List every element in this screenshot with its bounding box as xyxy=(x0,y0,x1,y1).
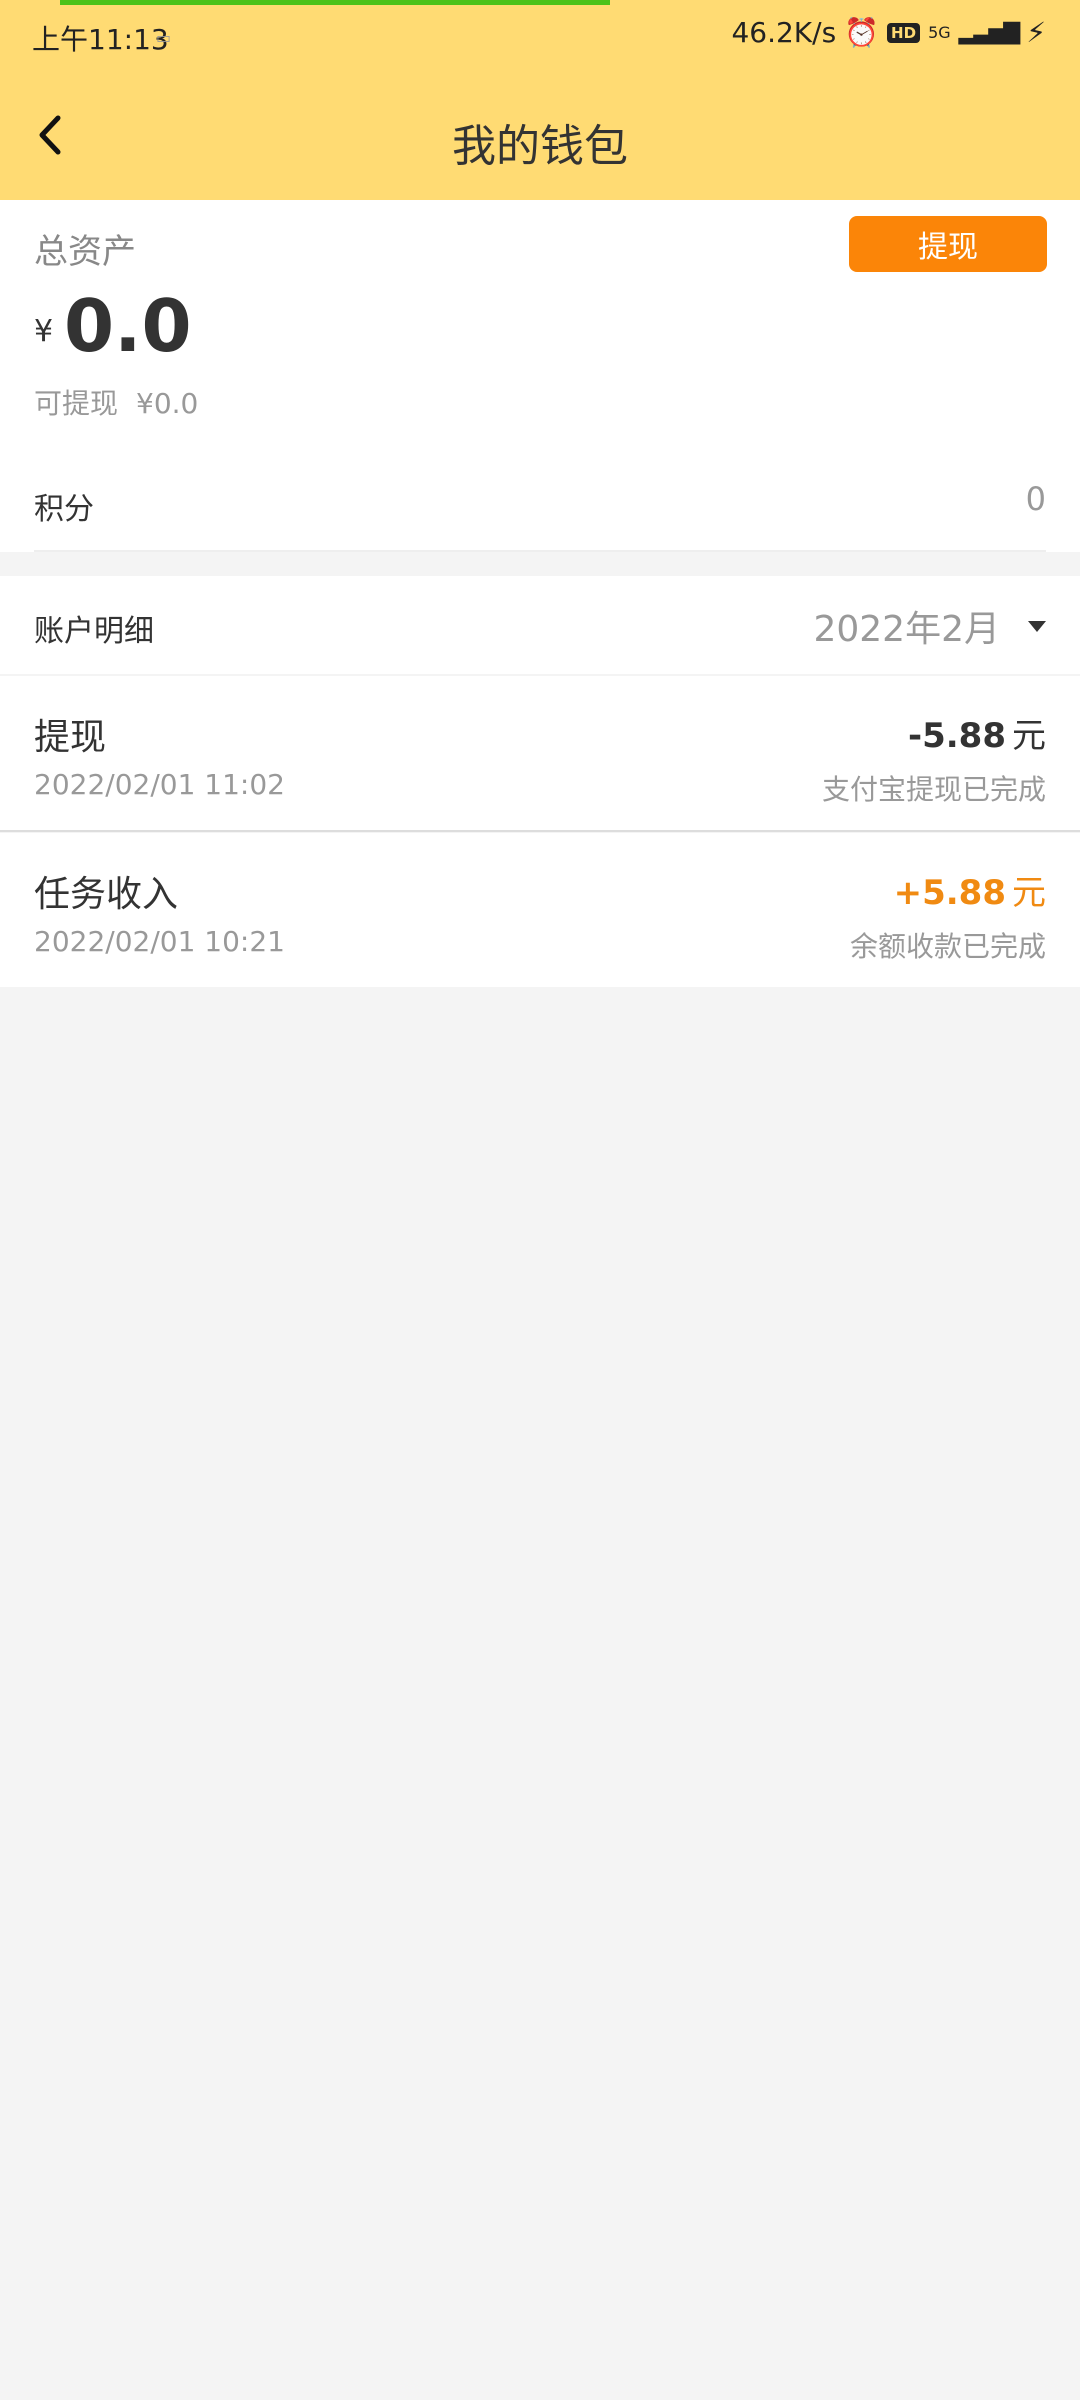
transaction-time: 2022/02/01 11:02 xyxy=(34,768,285,801)
transaction-title: 提现 xyxy=(34,717,107,758)
withdrawable-amount: ¥0.0 xyxy=(136,387,199,420)
transaction-status: 余额收款已完成 xyxy=(849,930,1046,963)
account-details-header: 账户明细 2022年2月 xyxy=(0,576,1080,674)
amount-unit: 元 xyxy=(1012,716,1046,756)
withdrawable-label: 可提现 xyxy=(34,387,119,420)
transaction-amount: -5.88 元 xyxy=(908,708,1046,757)
transaction-status: 支付宝提现已完成 xyxy=(821,773,1046,806)
month-value: 2022年2月 xyxy=(813,609,1000,650)
charging-icon: ⚡ xyxy=(1026,16,1046,49)
points-value: 0 xyxy=(1025,480,1046,518)
page-title: 我的钱包 xyxy=(452,121,628,172)
transaction-time: 2022/02/01 10:21 xyxy=(34,925,285,958)
withdraw-button[interactable]: 提现 xyxy=(849,216,1047,272)
transaction-row[interactable]: 提现 2022/02/01 11:02 -5.88 元 支付宝提现已完成 xyxy=(0,676,1080,832)
total-assets-amount: 0.0 xyxy=(64,284,192,368)
network-type: 5G xyxy=(928,23,951,42)
status-icons: 46.2K/s ⏰ HD 5G ▂▃▅▇ ⚡ xyxy=(731,16,1046,49)
amount-value: +5.88 xyxy=(893,873,1006,913)
alarm-icon: ⏰ xyxy=(844,16,880,49)
status-time: 上午11:13 xyxy=(32,23,169,56)
month-selector[interactable]: 2022年2月 xyxy=(813,600,1046,652)
assets-card: 总资产 提现 ¥ 0.0 可提现 ¥0.0 积分 0 xyxy=(0,200,1080,552)
network-speed: 46.2K/s xyxy=(731,16,837,49)
dropdown-arrow-icon xyxy=(1028,620,1046,632)
points-label: 积分 xyxy=(34,492,94,527)
status-bar: 上午11:13 ▭ 46.2K/s ⏰ HD 5G ▂▃▅▇ ⚡ xyxy=(0,0,1080,72)
amount-value: -5.88 xyxy=(908,716,1006,756)
loading-progress-line xyxy=(60,0,610,5)
app-header: 我的钱包 xyxy=(0,72,1080,200)
signal-icon: ▂▃▅▇ xyxy=(958,20,1021,45)
amount-unit: 元 xyxy=(1012,873,1046,913)
divider xyxy=(34,550,1046,552)
transaction-row[interactable]: 任务收入 2022/02/01 10:21 +5.88 元 余额收款已完成 xyxy=(0,833,1080,987)
currency-symbol: ¥ xyxy=(34,314,54,349)
hd-icon: HD xyxy=(887,22,921,43)
transaction-amount: +5.88 元 xyxy=(894,865,1046,914)
transaction-title: 任务收入 xyxy=(34,874,179,915)
total-assets-label: 总资产 xyxy=(34,232,136,272)
notification-icon: ▭ xyxy=(156,28,172,47)
account-details-label: 账户明细 xyxy=(34,614,154,649)
withdrawable-info: 可提现 ¥0.0 xyxy=(34,382,198,422)
